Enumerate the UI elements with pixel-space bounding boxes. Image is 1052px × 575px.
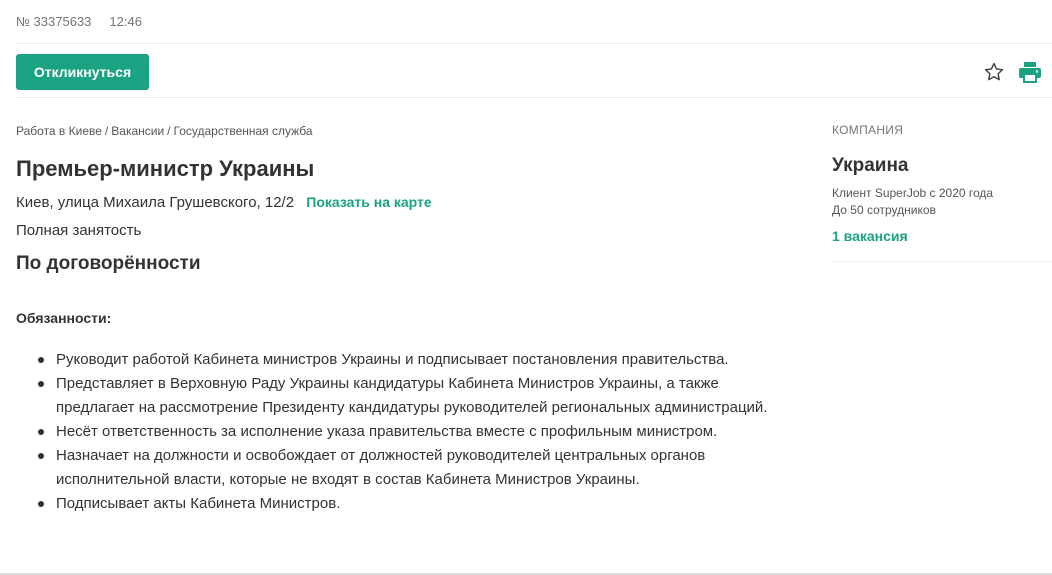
company-size: До 50 сотрудников xyxy=(832,203,936,217)
star-outline-icon[interactable] xyxy=(983,61,1005,83)
apply-button[interactable]: Откликнуться xyxy=(16,54,149,90)
company-name[interactable]: Украина xyxy=(832,155,909,177)
breadcrumb-item-vacancies[interactable]: Вакансии xyxy=(111,124,164,138)
duties-list: Руководит работой Кабинета министров Укр… xyxy=(38,348,796,516)
employment-type: Полная занятость xyxy=(16,222,142,239)
company-client-since: Клиент SuperJob с 2020 года xyxy=(832,186,994,200)
breadcrumb: Работа в Киеве / Вакансии / Государственная … xyxy=(16,124,313,138)
list-item: Руководит работой Кабинета министров Укр… xyxy=(38,348,796,372)
vacancy-page: № 33375633 12:46 Откликнуться Работа в К… xyxy=(0,0,1052,575)
list-item: Несёт ответственность за исполнение указ… xyxy=(38,420,796,444)
list-item: Подписывает акты Кабинета Министров. xyxy=(38,492,796,516)
divider xyxy=(16,43,1052,44)
salary: По договорённости xyxy=(16,253,201,274)
vacancy-number: № 33375633 xyxy=(16,14,92,29)
list-item: Представляет в Верховную Раду Украины ка… xyxy=(38,372,796,420)
vacancy-time: 12:46 xyxy=(109,14,142,29)
breadcrumb-separator: / xyxy=(167,124,171,138)
vacancy-meta: № 33375633 12:46 xyxy=(16,14,142,29)
company-vacancies-link[interactable]: 1 вакансия xyxy=(832,228,908,244)
divider xyxy=(16,97,1052,98)
divider xyxy=(832,261,1052,262)
company-label: КОМПАНИЯ xyxy=(832,123,904,137)
vacancy-address-line: Киев, улица Михаила Грушевского, 12/2 По… xyxy=(16,194,432,211)
duties-heading: Обязанности: xyxy=(16,310,112,326)
printer-icon[interactable] xyxy=(1018,61,1042,83)
vacancy-title: Премьер-министр Украины xyxy=(16,156,315,181)
list-item: Назначает на должности и освобождает от … xyxy=(38,444,796,492)
breadcrumb-item-jobs-kiev[interactable]: Работа в Киеве xyxy=(16,124,102,138)
vacancy-address: Киев, улица Михаила Грушевского, 12/2 xyxy=(16,194,295,211)
show-on-map-link[interactable]: Показать на карте xyxy=(306,194,431,210)
breadcrumb-separator: / xyxy=(104,124,109,138)
breadcrumb-item-category[interactable]: Государственная служба xyxy=(174,124,313,138)
